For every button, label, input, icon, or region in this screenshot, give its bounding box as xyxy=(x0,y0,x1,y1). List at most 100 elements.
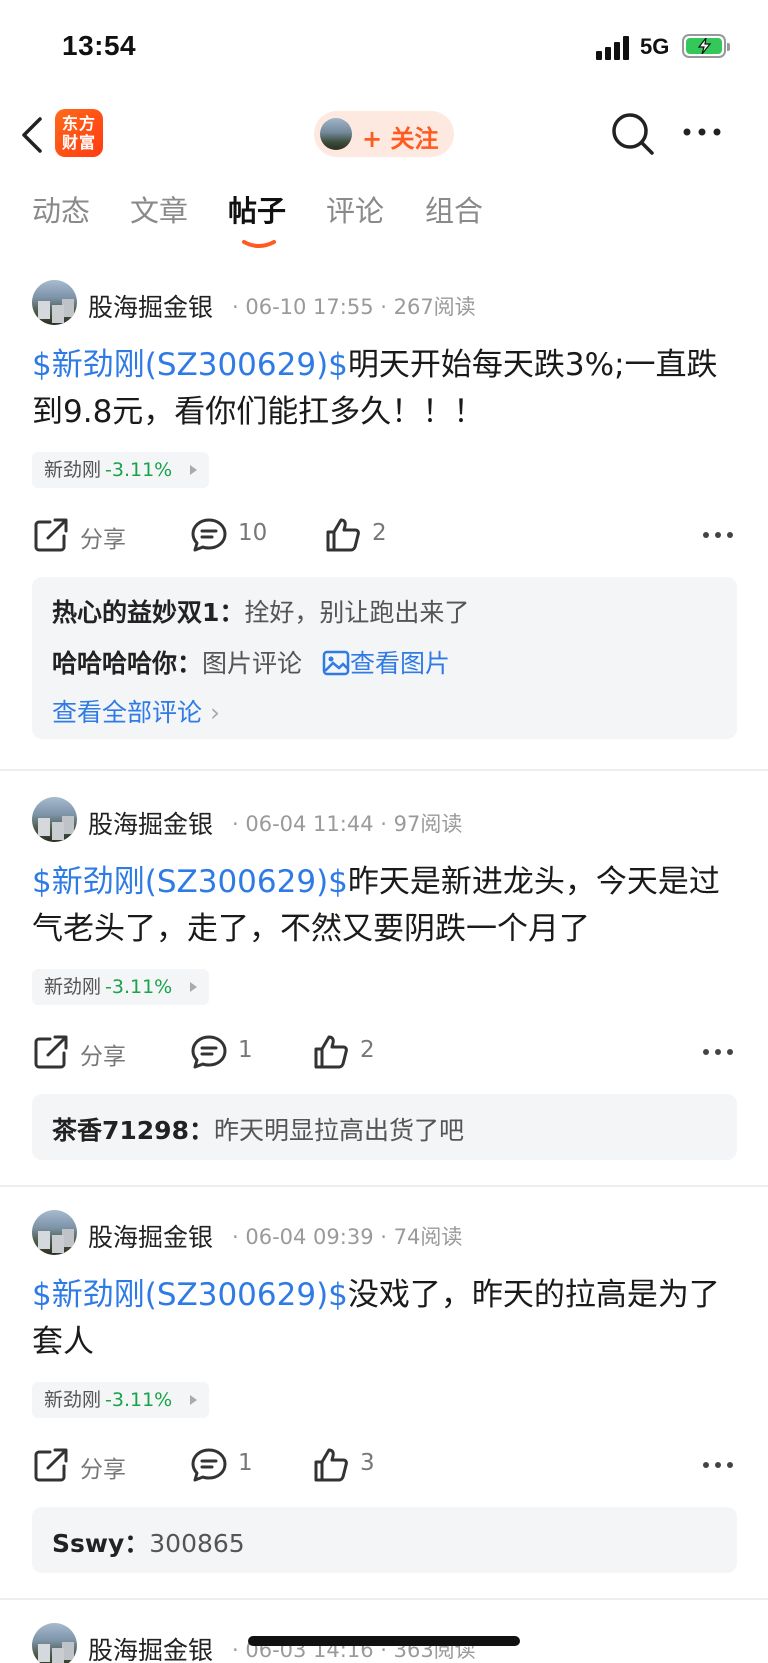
comment-button[interactable]: 1 xyxy=(190,1442,270,1488)
tab-posts[interactable]: 帖子 xyxy=(228,188,286,230)
comment-icon xyxy=(191,1035,227,1069)
post-card[interactable]: 股海掘金银 · 06-04 11:44 · 97阅读 $新劲刚(SZ300629… xyxy=(0,797,768,1177)
chevron-right-icon: › xyxy=(210,698,221,727)
comment-text: 昨天明显拉高出货了吧 xyxy=(213,1116,464,1145)
stock-chip[interactable]: 新劲刚 -3.11% xyxy=(32,452,210,488)
follow-label: + 关注 xyxy=(362,125,439,153)
more-options-icon[interactable] xyxy=(702,1047,734,1057)
post-text[interactable]: $新劲刚(SZ300629)$明天开始每天跌3%;一直跌到9.8元，看你们能扛多… xyxy=(32,342,737,436)
share-button[interactable]: 分享 xyxy=(32,1442,142,1488)
commenter-name: 哈哈哈哈你： xyxy=(52,649,203,678)
post-meta: · 06-10 17:55 · 267阅读 xyxy=(232,295,476,319)
comment-preview-box[interactable]: Sswy：300865 xyxy=(32,1507,737,1573)
share-icon xyxy=(34,1448,68,1482)
like-count: 2 xyxy=(372,520,387,546)
tab-portfolio[interactable]: 组合 xyxy=(425,188,483,230)
post-text[interactable]: $新劲刚(SZ300629)$没戏了，昨天的拉高是为了套人 xyxy=(32,1272,737,1366)
stock-tag-link[interactable]: $新劲刚(SZ300629)$ xyxy=(32,864,348,900)
comment-preview-item[interactable]: Sswy：300865 xyxy=(52,1524,245,1560)
comment-preview-item[interactable]: 热心的益妙双1：拴好，别让跑出来了 xyxy=(52,593,469,629)
like-button[interactable]: 2 xyxy=(324,512,404,558)
divider xyxy=(0,769,768,771)
commenter-name: 热心的益妙双1： xyxy=(52,598,245,627)
view-image-link[interactable]: 查看图片 xyxy=(350,649,450,678)
like-count: 2 xyxy=(360,1037,375,1063)
author-avatar[interactable] xyxy=(32,1210,77,1255)
comment-preview-item[interactable]: 茶香71298：昨天明显拉高出货了吧 xyxy=(52,1111,464,1147)
comment-icon xyxy=(191,1448,227,1482)
share-icon xyxy=(34,518,68,552)
back-arrow-icon[interactable] xyxy=(18,115,48,155)
comment-text: 拴好，别让跑出来了 xyxy=(244,598,470,627)
post-author-row: 股海掘金银 · 06-04 09:39 · 74阅读 xyxy=(32,1210,752,1256)
tab-comments[interactable]: 评论 xyxy=(326,188,384,230)
author-name[interactable]: 股海掘金银 xyxy=(88,288,213,324)
tab-articles[interactable]: 文章 xyxy=(130,188,188,230)
comment-text: 图片评论 xyxy=(202,649,303,678)
commenter-name: 茶香71298： xyxy=(52,1116,214,1145)
chevron-right-icon xyxy=(190,982,198,992)
author-avatar[interactable] xyxy=(32,1623,77,1663)
stock-change: -3.11% xyxy=(105,459,173,481)
share-button[interactable]: 分享 xyxy=(32,1029,142,1075)
post-author-row: 股海掘金银 · 06-04 11:44 · 97阅读 xyxy=(32,797,752,843)
thumbs-up-icon xyxy=(314,1035,348,1069)
thumbs-up-icon xyxy=(314,1448,348,1482)
post-actions: 分享 10 2 xyxy=(32,512,738,558)
status-bar: 13:54 5G xyxy=(0,0,768,100)
post-card[interactable]: 股海掘金银 · 06-10 17:55 · 267阅读 $新劲刚(SZ30062… xyxy=(0,280,768,770)
follow-button[interactable]: + 关注 xyxy=(314,111,454,157)
profile-tabs: 动态 文章 帖子 评论 组合 xyxy=(0,188,768,248)
divider xyxy=(0,1598,768,1600)
search-icon[interactable] xyxy=(610,111,656,157)
chevron-right-icon xyxy=(190,465,198,475)
network-label: 5G xyxy=(640,34,670,59)
author-name[interactable]: 股海掘金银 xyxy=(88,1631,213,1663)
more-options-icon[interactable] xyxy=(682,127,722,137)
comment-count: 1 xyxy=(238,1037,253,1063)
share-button[interactable]: 分享 xyxy=(32,512,142,558)
battery-charging-icon xyxy=(682,34,730,58)
stock-chip[interactable]: 新劲刚 -3.11% xyxy=(32,969,210,1005)
post-meta: · 06-04 11:44 · 97阅读 xyxy=(232,812,463,836)
view-all-comments-link[interactable]: 查看全部评论 › xyxy=(52,693,220,729)
author-avatar[interactable] xyxy=(32,280,77,325)
like-button[interactable]: 2 xyxy=(312,1029,392,1075)
post-text[interactable]: $新劲刚(SZ300629)$昨天是新进龙头，今天是过气老头了，走了，不然又要阴… xyxy=(32,859,737,953)
stock-tag-link[interactable]: $新劲刚(SZ300629)$ xyxy=(32,1277,348,1313)
post-actions: 分享 1 3 xyxy=(32,1442,738,1488)
comment-button[interactable]: 10 xyxy=(190,512,280,558)
comment-button[interactable]: 1 xyxy=(190,1029,270,1075)
post-card[interactable]: 股海掘金银 · 06-04 09:39 · 74阅读 $新劲刚(SZ300629… xyxy=(0,1210,768,1590)
status-time: 13:54 xyxy=(62,30,137,61)
more-options-icon[interactable] xyxy=(702,1460,734,1470)
divider xyxy=(0,1185,768,1187)
like-button[interactable]: 3 xyxy=(312,1442,392,1488)
author-avatar[interactable] xyxy=(32,797,77,842)
stock-change: -3.11% xyxy=(105,1389,173,1411)
stock-name: 新劲刚 xyxy=(44,459,102,481)
post-actions: 分享 1 2 xyxy=(32,1029,738,1075)
comment-preview-box[interactable]: 热心的益妙双1：拴好，别让跑出来了 哈哈哈哈你：图片评论 查看图片 查看全部评论… xyxy=(32,577,737,739)
author-name[interactable]: 股海掘金银 xyxy=(88,1218,213,1254)
comment-count: 1 xyxy=(238,1450,253,1476)
comment-preview-item[interactable]: 哈哈哈哈你：图片评论 查看图片 xyxy=(52,644,450,680)
tab-dynamic[interactable]: 动态 xyxy=(32,188,90,230)
share-label: 分享 xyxy=(80,1044,126,1070)
comment-icon xyxy=(191,518,227,552)
stock-tag-link[interactable]: $新劲刚(SZ300629)$ xyxy=(32,347,348,383)
app-logo[interactable]: 东方 财富 xyxy=(55,109,103,157)
more-options-icon[interactable] xyxy=(702,530,734,540)
stock-change: -3.11% xyxy=(105,976,173,998)
stock-chip[interactable]: 新劲刚 -3.11% xyxy=(32,1382,210,1418)
home-indicator[interactable] xyxy=(248,1636,520,1646)
comment-count: 10 xyxy=(238,520,268,546)
comment-text: 300865 xyxy=(149,1529,245,1558)
top-nav: 东方 财富 + 关注 xyxy=(0,105,768,165)
author-name[interactable]: 股海掘金银 xyxy=(88,805,213,841)
stock-name: 新劲刚 xyxy=(44,1389,102,1411)
share-icon xyxy=(34,1035,68,1069)
commenter-name: Sswy： xyxy=(52,1529,150,1558)
signal-icon xyxy=(596,36,630,60)
comment-preview-box[interactable]: 茶香71298：昨天明显拉高出货了吧 xyxy=(32,1094,737,1160)
